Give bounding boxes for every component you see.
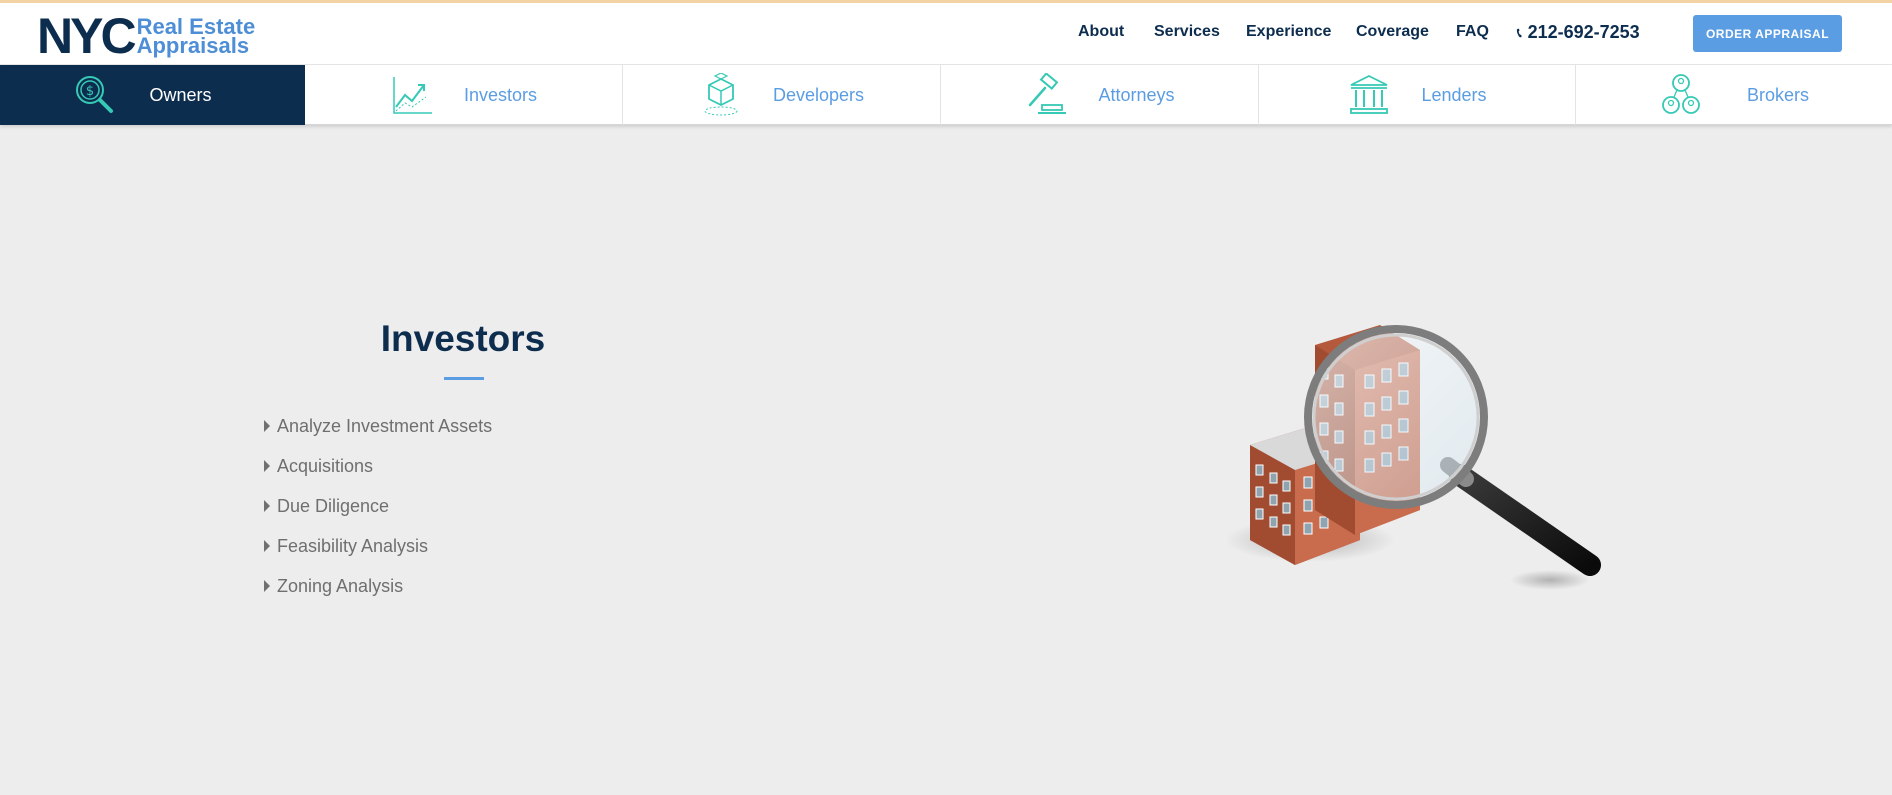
tab-owners-label: Owners (149, 84, 212, 105)
site-logo[interactable]: NYC Real Estate Appraisals (37, 11, 256, 61)
list-item-text: Zoning Analysis (277, 576, 404, 596)
phone-number: 212-692-7253 (1527, 22, 1640, 42)
order-appraisal-button[interactable]: ORDER APPRAISAL (1693, 15, 1842, 52)
site-header: NYC Real Estate Appraisals About Service… (0, 3, 1892, 65)
tab-developers[interactable]: Developers (623, 65, 941, 125)
list-item-text: Feasibility Analysis (277, 536, 429, 556)
people-network-icon (1662, 74, 1700, 114)
logo-subtitle: Real Estate Appraisals (136, 16, 256, 58)
services-list: Analyze Investment Assets Acquisitions D… (263, 416, 492, 616)
section-title: Investors (380, 318, 546, 359)
caret-right-icon (264, 540, 270, 552)
tab-attorneys-label: Attorneys (1098, 84, 1175, 105)
nav-about[interactable]: About (1078, 23, 1124, 41)
building-magnifier-illustration (1225, 325, 1601, 590)
tab-brokers-label: Brokers (1746, 84, 1809, 105)
list-item: Due Diligence (263, 496, 492, 536)
list-item: Acquisitions (263, 456, 492, 496)
nav-faq[interactable]: FAQ (1456, 23, 1489, 41)
list-item-text: Analyze Investment Assets (277, 416, 493, 436)
caret-right-icon (264, 420, 270, 432)
phone-icon: 📞︎ (1517, 24, 1522, 40)
cube-icon (704, 73, 738, 116)
audience-tabs: $ Owners Investors Developers Attorneys … (0, 65, 1892, 125)
list-item-text: Acquisitions (277, 456, 374, 476)
list-item: Zoning Analysis (263, 576, 492, 616)
tab-owners[interactable]: $ Owners (0, 65, 305, 125)
title-underline (444, 377, 484, 380)
logo-line-2: Appraisals (136, 33, 250, 58)
gavel-icon (1029, 73, 1067, 114)
tab-investors-label: Investors (463, 84, 538, 105)
phone-link[interactable]: 📞︎ 212-692-7253 (1517, 22, 1640, 43)
tab-brokers[interactable]: Brokers (1576, 65, 1892, 125)
list-item-text: Due Diligence (277, 496, 390, 516)
caret-right-icon (264, 500, 270, 512)
nav-coverage[interactable]: Coverage (1356, 23, 1429, 41)
magnifier-dollar-icon: $ (76, 76, 114, 113)
logo-nyc-text: NYC (37, 8, 137, 64)
tab-attorneys[interactable]: Attorneys (941, 65, 1259, 125)
svg-text:$: $ (86, 84, 94, 99)
nav-services[interactable]: Services (1154, 23, 1220, 41)
growth-chart-icon (393, 77, 432, 114)
list-item: Analyze Investment Assets (263, 416, 492, 456)
tab-investors[interactable]: Investors (305, 65, 623, 125)
tab-lenders[interactable]: Lenders (1259, 65, 1576, 125)
caret-right-icon (264, 460, 270, 472)
caret-right-icon (264, 580, 270, 592)
tab-developers-label: Developers (772, 84, 865, 105)
tab-lenders-label: Lenders (1421, 84, 1487, 105)
bank-icon (1350, 74, 1389, 114)
nav-experience[interactable]: Experience (1246, 23, 1331, 41)
list-item: Feasibility Analysis (263, 536, 492, 576)
